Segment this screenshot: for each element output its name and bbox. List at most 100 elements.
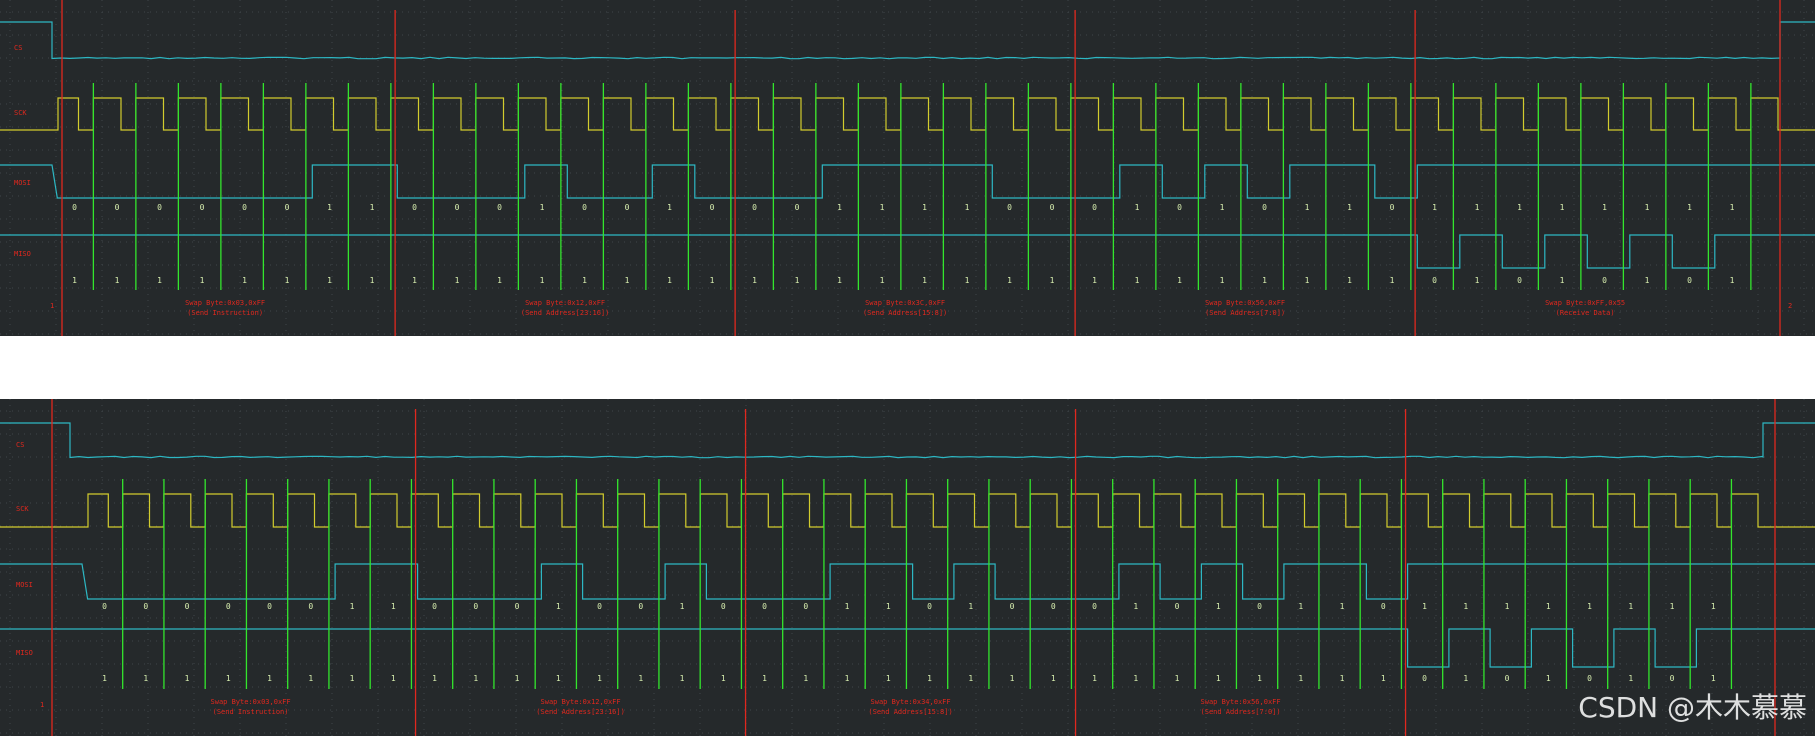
mosi-bit-value: 0 bbox=[1390, 203, 1395, 212]
waveform-view-bottom[interactable]: CS SCK MOSI MISO 0 1 0 1 0 1 0 1 0 1 0 1 1 1 1 1 0 1 0 1 0 1 1 1 0 1 0… bbox=[0, 399, 1815, 736]
miso-bit-value: 1 bbox=[143, 674, 148, 683]
miso-bit-value: 1 bbox=[432, 674, 437, 683]
miso-bit-value: 1 bbox=[880, 276, 885, 285]
byte-annotation-line2: (Send Address[7:0]) bbox=[1205, 309, 1285, 317]
mosi-bit-value: 1 bbox=[1587, 602, 1592, 611]
byte-annotation-line1: Swap Byte:0x56,0xFF bbox=[1205, 299, 1285, 307]
mosi-bit-value: 0 bbox=[625, 203, 630, 212]
mosi-bit-value: 1 bbox=[1628, 602, 1633, 611]
miso-bit-value: 1 bbox=[72, 276, 77, 285]
miso-bit-value: 0 bbox=[1505, 674, 1510, 683]
mosi-bit-value: 1 bbox=[556, 602, 561, 611]
mosi-bit-value: 1 bbox=[1602, 203, 1607, 212]
mosi-bit-value: 0 bbox=[803, 602, 808, 611]
miso-bit-value: 1 bbox=[845, 674, 850, 683]
miso-waveform bbox=[0, 235, 1815, 268]
channel-label: SCK bbox=[16, 505, 29, 513]
mosi-bit-value: 1 bbox=[1670, 602, 1675, 611]
miso-bit-value: 1 bbox=[927, 674, 932, 683]
miso-bit-value: 1 bbox=[710, 276, 715, 285]
miso-bit-value: 1 bbox=[327, 276, 332, 285]
mosi-bit-value: 1 bbox=[837, 203, 842, 212]
miso-bit-value: 1 bbox=[752, 276, 757, 285]
mosi-bit-value: 0 bbox=[242, 203, 247, 212]
miso-bit-value: 1 bbox=[597, 674, 602, 683]
miso-bit-value: 1 bbox=[1347, 276, 1352, 285]
mosi-bit-value: 0 bbox=[267, 602, 272, 611]
cursor-marker-label: 2 bbox=[1788, 302, 1792, 310]
mosi-bit-value: 0 bbox=[285, 203, 290, 212]
miso-bit-value: 1 bbox=[473, 674, 478, 683]
channel-label: CS bbox=[16, 441, 24, 449]
mosi-bit-value: 1 bbox=[540, 203, 545, 212]
logic-analyzer-panel-top: CS SCK MOSI MISO 0 1 0 1 0 1 0 1 0 1 0 1 1 1 1 1 0 1 0 1 0 1 1 1 0 1 0… bbox=[0, 0, 1815, 336]
cs-waveform bbox=[0, 22, 1815, 59]
miso-bit-value: 1 bbox=[242, 276, 247, 285]
miso-bit-value: 1 bbox=[1175, 674, 1180, 683]
mosi-bit-value: 0 bbox=[1175, 602, 1180, 611]
mosi-bit-value: 1 bbox=[1546, 602, 1551, 611]
miso-bit-value: 1 bbox=[886, 674, 891, 683]
byte-annotation-line2: (Send Address[23:16]) bbox=[521, 309, 610, 317]
miso-bit-value: 1 bbox=[680, 674, 685, 683]
miso-bit-value: 0 bbox=[1587, 674, 1592, 683]
miso-bit-value: 1 bbox=[795, 276, 800, 285]
miso-bit-value: 1 bbox=[922, 276, 927, 285]
miso-bit-value: 1 bbox=[157, 276, 162, 285]
miso-bit-value: 1 bbox=[1305, 276, 1310, 285]
mosi-bit-value: 0 bbox=[473, 602, 478, 611]
miso-bit-value: 1 bbox=[762, 674, 767, 683]
miso-bit-value: 1 bbox=[1257, 674, 1262, 683]
mosi-bit-value: 0 bbox=[72, 203, 77, 212]
mosi-bit-value: 1 bbox=[965, 203, 970, 212]
miso-bit-value: 1 bbox=[1262, 276, 1267, 285]
channel-label: MOSI bbox=[14, 179, 31, 187]
mosi-bit-value: 0 bbox=[795, 203, 800, 212]
miso-bit-value: 1 bbox=[1340, 674, 1345, 683]
miso-bit-value: 1 bbox=[1220, 276, 1225, 285]
mosi-bit-value: 0 bbox=[432, 602, 437, 611]
byte-annotation-line1: Swap Byte:0x34,0xFF bbox=[871, 698, 951, 706]
mosi-bit-value: 0 bbox=[200, 203, 205, 212]
byte-annotation-line2: (Receive Data) bbox=[1556, 309, 1615, 317]
mosi-bit-value: 1 bbox=[1560, 203, 1565, 212]
byte-annotation-line2: (Send Instruction) bbox=[213, 708, 289, 716]
cs-waveform bbox=[0, 423, 1815, 458]
mosi-bit-value: 1 bbox=[1505, 602, 1510, 611]
mosi-bit-value: 1 bbox=[1133, 602, 1138, 611]
mosi-bit-value: 1 bbox=[1220, 203, 1225, 212]
mosi-bit-value: 0 bbox=[143, 602, 148, 611]
miso-bit-value: 1 bbox=[1711, 674, 1716, 683]
miso-bit-value: 1 bbox=[1560, 276, 1565, 285]
mosi-bit-value: 1 bbox=[1687, 203, 1692, 212]
mosi-bit-value: 1 bbox=[1432, 203, 1437, 212]
miso-bit-value: 1 bbox=[412, 276, 417, 285]
byte-annotation-line2: (Send Address[7:0]) bbox=[1201, 708, 1281, 716]
mosi-bit-value: 1 bbox=[667, 203, 672, 212]
channel-label: CS bbox=[14, 44, 22, 52]
miso-bit-value: 1 bbox=[1645, 276, 1650, 285]
mosi-bit-value: 0 bbox=[308, 602, 313, 611]
mosi-bit-value: 1 bbox=[370, 203, 375, 212]
channel-label: MISO bbox=[14, 250, 31, 258]
miso-bit-value: 0 bbox=[1517, 276, 1522, 285]
byte-annotation-line1: Swap Byte:0x03,0xFF bbox=[185, 299, 265, 307]
waveform-view-top[interactable]: CS SCK MOSI MISO 0 1 0 1 0 1 0 1 0 1 0 1 1 1 1 1 0 1 0 1 0 1 1 1 0 1 0… bbox=[0, 0, 1815, 336]
mosi-bit-value: 1 bbox=[1135, 203, 1140, 212]
byte-annotation-line1: Swap Byte:0x56,0xFF bbox=[1201, 698, 1281, 706]
mosi-bit-value: 0 bbox=[1177, 203, 1182, 212]
mosi-bit-value: 0 bbox=[638, 602, 643, 611]
mosi-bit-value: 1 bbox=[1422, 602, 1427, 611]
mosi-bit-value: 0 bbox=[1051, 602, 1056, 611]
miso-bit-value: 1 bbox=[102, 674, 107, 683]
byte-annotation-line1: Swap Byte:0xFF,0x55 bbox=[1545, 299, 1625, 307]
miso-bit-value: 1 bbox=[115, 276, 120, 285]
miso-bit-value: 1 bbox=[556, 674, 561, 683]
miso-bit-value: 1 bbox=[638, 674, 643, 683]
mosi-bit-value: 1 bbox=[845, 602, 850, 611]
miso-bit-value: 1 bbox=[1628, 674, 1633, 683]
byte-annotation-line2: (Send Address[23:16]) bbox=[536, 708, 625, 716]
miso-bit-value: 1 bbox=[540, 276, 545, 285]
mosi-bit-value: 0 bbox=[497, 203, 502, 212]
miso-bit-value: 1 bbox=[1730, 276, 1735, 285]
